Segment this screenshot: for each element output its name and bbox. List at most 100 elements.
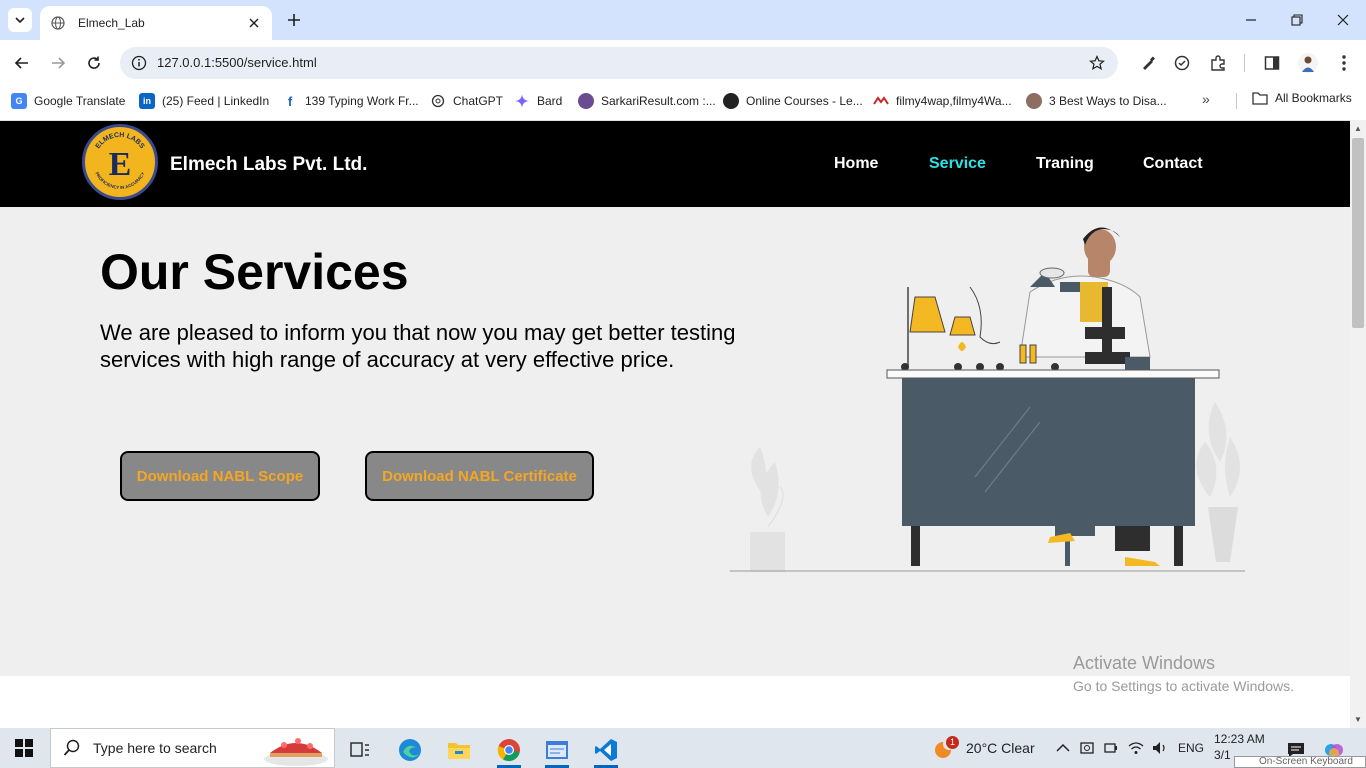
article-icon [1026, 93, 1042, 109]
bookmark-linkedin[interactable]: in (25) Feed | LinkedIn [139, 91, 269, 111]
activate-title: Activate Windows [1073, 653, 1216, 673]
download-nabl-scope-button[interactable]: Download NABL Scope [120, 451, 320, 501]
battery-plug-icon[interactable] [1104, 741, 1118, 755]
edge-browser-icon[interactable] [390, 732, 430, 768]
nav-home[interactable]: Home [834, 155, 878, 173]
logo-letter: E [109, 146, 132, 183]
filmy-icon [873, 93, 889, 109]
bookmark-best-ways[interactable]: 3 Best Ways to Disa... [1026, 91, 1167, 111]
tab-search-button[interactable] [8, 8, 32, 32]
services-description: We are pleased to inform you that now yo… [100, 320, 736, 372]
star-icon[interactable] [1088, 54, 1106, 72]
scientist-figure [1019, 227, 1151, 372]
profile-avatar[interactable] [1296, 51, 1320, 75]
bookmark-google-translate[interactable]: G Google Translate [11, 91, 125, 111]
weather-text: 20°C Clear [966, 740, 1035, 756]
taskbar-search[interactable]: Type here to search [50, 728, 335, 768]
bookmark-filmy[interactable]: filmy4wap,filmy4Wa... [873, 91, 1012, 111]
tab-strip: Elmech_Lab [0, 0, 1366, 40]
all-bookmarks-label: All Bookmarks [1275, 91, 1352, 105]
download-nabl-certificate-button[interactable]: Download NABL Certificate [365, 451, 594, 501]
brand-name[interactable]: Elmech Labs Pvt. Ltd. [170, 154, 367, 176]
close-window-button[interactable] [1329, 6, 1357, 34]
new-tab-button[interactable] [282, 8, 306, 32]
chevron-up-icon[interactable] [1056, 743, 1070, 753]
nav-service[interactable]: Service [929, 155, 986, 173]
url-text[interactable]: 127.0.0.1:5500/service.html [157, 55, 317, 70]
file-explorer-icon[interactable] [439, 732, 479, 768]
pie-decoration-icon [264, 738, 328, 766]
search-placeholder: Type here to search [93, 740, 217, 756]
plant-left-icon [750, 447, 785, 572]
volume-icon[interactable] [1152, 741, 1168, 755]
bookmark-chatgpt[interactable]: ChatGPT [430, 91, 503, 111]
linkedin-icon: in [139, 93, 155, 109]
bookmark-label: 139 Typing Work Fr... [305, 94, 419, 108]
scroll-down-icon[interactable]: ▼ [1354, 715, 1362, 724]
bookmarks-divider [1236, 93, 1237, 109]
site-navbar: ELMECH LABS PROFICIENCY IN ACCURACY E El… [0, 121, 1350, 207]
start-button[interactable] [0, 728, 48, 768]
activate-subtitle: Go to Settings to activate Windows. [1073, 678, 1294, 694]
scientist-illustration [730, 227, 1245, 572]
reload-icon [88, 56, 100, 69]
close-tab-icon[interactable] [244, 13, 264, 33]
bookmark-label: 3 Best Ways to Disa... [1049, 94, 1167, 108]
toolbar-divider [1244, 54, 1245, 72]
bookmark-label: SarkariResult.com :... [601, 94, 716, 108]
back-button[interactable] [8, 49, 36, 77]
scroll-thumb[interactable] [1352, 138, 1364, 328]
sync-extension-icon[interactable] [1170, 51, 1194, 75]
bookmarks-bar: G Google Translate in (25) Feed | Linked… [0, 86, 1366, 114]
bard-icon [514, 93, 530, 109]
app-window-icon[interactable] [537, 732, 577, 768]
wifi-icon[interactable] [1128, 741, 1144, 755]
weather-widget[interactable]: 1 20°C Clear [932, 728, 1035, 768]
nav-contact[interactable]: Contact [1143, 155, 1203, 173]
globe-icon [50, 15, 66, 31]
plant-right-icon [1196, 402, 1240, 562]
company-logo[interactable]: ELMECH LABS PROFICIENCY IN ACCURACY E [82, 124, 158, 200]
vscode-icon[interactable] [586, 732, 626, 768]
bookmark-label: Bard [537, 94, 563, 108]
pen-extension-icon[interactable] [1136, 51, 1160, 75]
restore-icon [1291, 14, 1303, 26]
arrow-right-icon [52, 57, 66, 69]
bookmark-bard[interactable]: Bard [514, 91, 562, 111]
minimize-button[interactable] [1237, 6, 1265, 34]
bookmark-typing-work[interactable]: f 139 Typing Work Fr... [282, 91, 419, 111]
chrome-icon[interactable] [489, 732, 529, 768]
address-bar[interactable]: 127.0.0.1:5500/service.html [120, 47, 1118, 79]
bookmark-online-courses[interactable]: Online Courses - Le... [723, 91, 863, 111]
activate-windows-watermark: Activate Windows Go to Settings to activ… [1073, 653, 1294, 694]
reload-button[interactable] [80, 49, 108, 77]
language-indicator[interactable]: ENG [1178, 741, 1204, 755]
google-translate-icon: G [11, 93, 27, 109]
on-screen-keyboard-popup[interactable]: On-Screen Keyboard [1234, 756, 1366, 768]
arrow-left-icon [14, 57, 28, 69]
browser-tab[interactable]: Elmech_Lab [40, 6, 272, 40]
bookmark-label: Google Translate [34, 94, 126, 108]
all-bookmarks-button[interactable]: All Bookmarks [1252, 91, 1352, 105]
bookmark-sarkari[interactable]: SarkariResult.com :... [578, 91, 716, 111]
browser-toolbar: 127.0.0.1:5500/service.html [0, 40, 1366, 86]
typing-icon: f [287, 93, 293, 109]
page-scrollbar[interactable]: ▲ ▼ [1350, 120, 1366, 728]
minimize-icon [1246, 19, 1256, 21]
side-panel-icon[interactable] [1260, 51, 1284, 75]
chevron-down-icon [15, 17, 25, 24]
forward-button[interactable] [44, 49, 72, 77]
menu-kebab-icon[interactable] [1332, 51, 1356, 75]
restore-button[interactable] [1283, 6, 1311, 34]
extensions-icon[interactable] [1206, 51, 1230, 75]
tab-title: Elmech_Lab [78, 16, 145, 30]
bookmark-label: (25) Feed | LinkedIn [162, 94, 270, 108]
camera-icon[interactable] [1080, 741, 1094, 755]
scroll-up-icon[interactable]: ▲ [1354, 124, 1362, 133]
chevron-double-right-icon[interactable]: » [1202, 91, 1210, 107]
windows-logo-icon [15, 739, 33, 757]
info-icon[interactable] [130, 54, 148, 72]
nav-training[interactable]: Traning [1036, 155, 1094, 173]
courses-icon [723, 93, 739, 109]
task-view-icon[interactable] [340, 732, 380, 768]
